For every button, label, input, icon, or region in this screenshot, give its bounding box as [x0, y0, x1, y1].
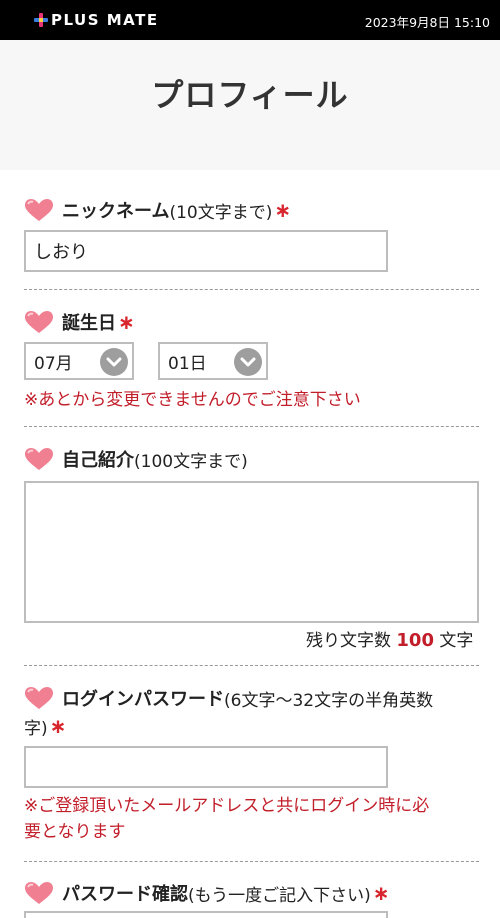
app-name: PLUS MATE — [51, 11, 159, 29]
heart-icon — [24, 447, 54, 471]
self-intro-section: 自己紹介 (100文字まで) — [24, 446, 479, 472]
required-mark: ∗ — [49, 714, 67, 738]
heart-icon — [24, 881, 54, 905]
login-password-warning-line2: 要となります — [24, 822, 126, 842]
birthday-warning: ※あとから変更できませんのでご注意下さい — [24, 390, 361, 410]
login-password-note-cont: 字) ∗ — [24, 713, 479, 739]
login-password-warning-line1: ※ご登録頂いたメールアドレスと共にログイン時に必 — [24, 796, 430, 816]
login-password-note: (6文字～32文字の半角英数 — [224, 690, 434, 711]
chevron-down-icon — [100, 348, 128, 376]
char-counter: 残り文字数 100 文字 — [306, 626, 473, 651]
birth-month-select[interactable]: 07月 — [24, 342, 134, 380]
password-confirm-label-row: パスワード確認 (もう一度ご記入下さい) ∗ — [24, 880, 479, 906]
birth-day-value: 01日 — [168, 353, 207, 374]
nickname-label-row: ニックネーム (10文字まで) ∗ — [24, 197, 479, 223]
birth-day-select[interactable]: 01日 — [158, 342, 268, 380]
page-title: プロフィール — [151, 76, 349, 114]
self-intro-label: 自己紹介 — [62, 450, 134, 471]
chevron-down-icon — [234, 348, 262, 376]
login-password-label: ログインパスワード — [62, 689, 224, 710]
heart-icon — [24, 686, 54, 710]
password-confirm-label: パスワード確認 — [62, 884, 188, 905]
birth-month-value: 07月 — [34, 353, 73, 374]
required-mark: ∗ — [372, 881, 390, 905]
char-counter-suffix: 文字 — [439, 631, 474, 651]
password-confirm-note: (もう一度ご記入下さい) — [188, 885, 371, 906]
divider — [24, 426, 479, 427]
plus-logo-icon — [34, 13, 48, 27]
divider — [24, 665, 479, 666]
password-confirm-input[interactable] — [24, 911, 388, 918]
top-bar: PLUS MATE 2023年9月8日 15:10 — [0, 0, 500, 40]
nickname-note: (10文字まで) — [169, 202, 273, 223]
char-counter-prefix: 残り文字数 — [306, 631, 391, 651]
heart-icon — [24, 198, 54, 222]
self-intro-label-row: 自己紹介 (100文字まで) — [24, 446, 479, 472]
login-password-section: ログインパスワード (6文字～32文字の半角英数 字) ∗ — [24, 685, 479, 739]
birthday-section: 誕生日 ∗ — [24, 309, 479, 335]
login-password-note-line2: 字) — [24, 718, 48, 739]
self-intro-textarea[interactable] — [24, 481, 479, 623]
divider — [24, 861, 479, 862]
login-password-warning: ※ご登録頂いたメールアドレスと共にログイン時に必 要となります — [24, 793, 484, 845]
self-intro-note: (100文字まで) — [134, 451, 248, 472]
app-logo[interactable]: PLUS MATE — [34, 11, 159, 29]
divider — [24, 289, 479, 290]
login-password-label-row: ログインパスワード (6文字～32文字の半角英数 — [24, 685, 479, 711]
password-confirm-section: パスワード確認 (もう一度ご記入下さい) ∗ — [24, 880, 479, 906]
heart-icon — [24, 310, 54, 334]
login-password-input[interactable] — [24, 746, 388, 788]
char-counter-value: 100 — [396, 630, 434, 651]
timestamp: 2023年9月8日 15:10 — [364, 15, 490, 30]
nickname-input[interactable]: しおり — [24, 230, 388, 272]
birthday-label: 誕生日 — [62, 313, 116, 334]
required-mark: ∗ — [274, 198, 292, 222]
required-mark: ∗ — [118, 310, 135, 334]
nickname-section: ニックネーム (10文字まで) ∗ — [24, 197, 479, 223]
nickname-label: ニックネーム — [62, 201, 170, 222]
birthday-label-row: 誕生日 ∗ — [24, 309, 479, 335]
